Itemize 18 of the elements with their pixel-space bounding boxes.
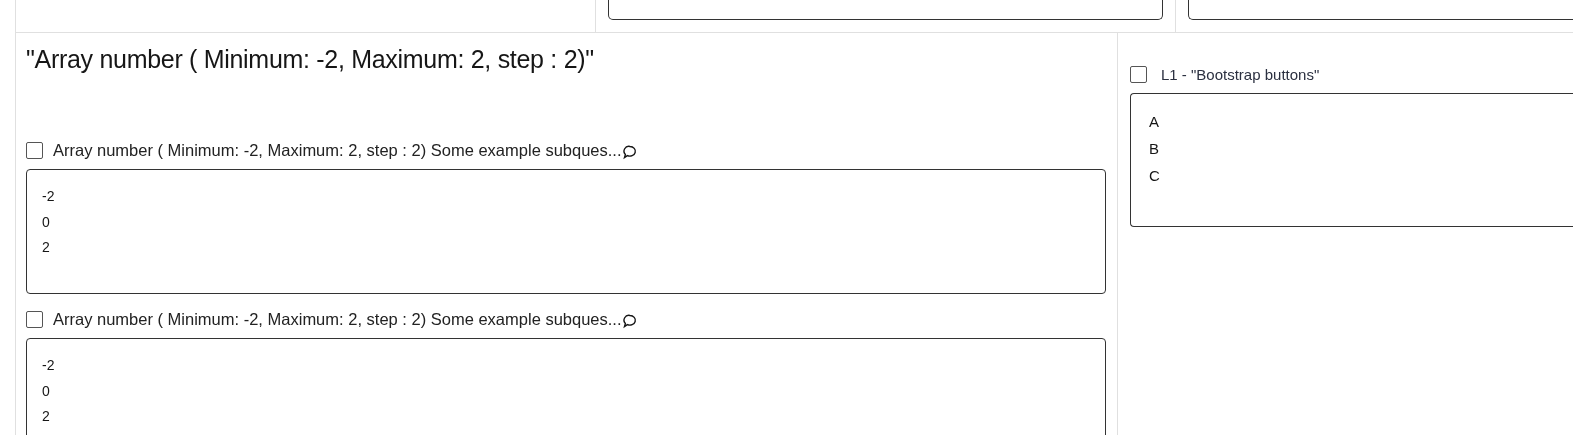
answer-option[interactable]: 0 [42,378,1090,404]
answer-option[interactable]: 0 [42,209,1090,235]
answer-option[interactable]: A [1149,108,1555,135]
subquestion-label: Array number ( Minimum: -2, Maximum: 2, step : 2) Some example subques... [53,309,622,329]
checkbox[interactable] [26,141,43,159]
subquestion-label: Array number ( Minimum: -2, Maximum: 2, step : 2) Some example subques... [53,140,622,160]
answer-option[interactable]: -2 [42,353,1090,379]
answer-option[interactable]: -2 [42,184,1090,210]
answer-option[interactable]: B [1149,135,1555,162]
answer-option[interactable]: 2 [42,235,1090,261]
question-title: "Array number ( Minimum: -2, Maximum: 2, step : 2)" [26,45,595,75]
comment-icon[interactable] [621,144,638,160]
checkbox[interactable] [26,310,43,328]
checkbox[interactable] [1130,65,1147,83]
comment-icon[interactable] [621,313,638,329]
group-label: L1 - "Bootstrap buttons" [1161,65,1320,83]
answer-option[interactable]: 2 [42,404,1090,430]
answer-option[interactable]: C [1149,162,1555,189]
